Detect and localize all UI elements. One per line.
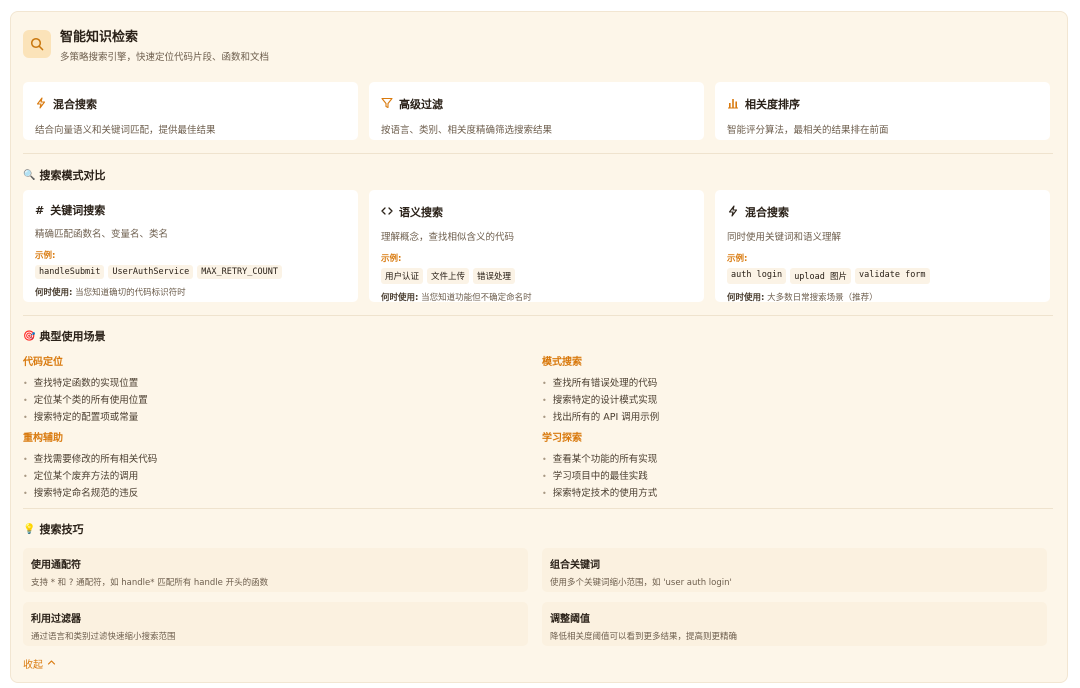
lightbulb-icon: 💡 [23,523,36,535]
feature-desc: 按语言、类别、相关度精确筛选搜索结果 [381,125,553,136]
scenario-group: 模式搜索 查找所有错误处理的代码 搜索特定的设计模式实现 找出所有的 API 调… [542,353,1022,426]
example-chip: upload 图片 [790,268,852,284]
feature-title: 高级过滤 [399,97,443,111]
target-icon: 🎯 [23,330,36,342]
section-title-scenarios: 🎯 典型使用场景 [23,328,105,344]
tip-card: 组合关键词 使用多个关键词缩小范围，如 'user auth login' [542,548,1047,592]
feature-card-hybrid: 混合搜索 结合向量语义和关键词匹配，提供最佳结果 [23,82,358,140]
when-label: 何时使用: [381,293,419,303]
when-text: 大多数日常搜索场景（推荐） [767,293,878,303]
example-chip: MAX_RETRY_COUNT [197,265,282,279]
section-title-text: 搜索模式对比 [39,169,106,182]
list-item: 查找特定函数的实现位置 [23,375,503,392]
mode-title: 语义搜索 [399,205,443,219]
list-item: 定位某个废弃方法的调用 [23,468,503,485]
mode-card-keyword: # 关键词搜索 精确匹配函数名、变量名、类名 示例: handleSubmit … [23,190,358,302]
feature-title: 相关度排序 [745,97,800,111]
scenario-group-title: 重构辅助 [23,433,63,444]
chevron-up-icon [47,658,56,670]
feature-desc: 结合向量语义和关键词匹配，提供最佳结果 [35,125,216,136]
scenario-group-title: 模式搜索 [542,357,582,368]
tip-desc: 使用多个关键词缩小范围，如 'user auth login' [550,578,732,588]
feature-card-filter: 高级过滤 按语言、类别、相关度精确筛选搜索结果 [369,82,704,140]
list-item: 探索特定技术的使用方式 [542,485,1022,502]
tip-card: 调整阈值 降低相关度阈值可以看到更多结果，提高则更精确 [542,602,1047,646]
page-title: 智能知识检索 [60,30,139,45]
mode-desc: 同时使用关键词和语义理解 [727,232,842,243]
tip-card: 使用通配符 支持 * 和 ? 通配符，如 handle* 匹配所有 handle… [23,548,528,592]
example-label: 示例: [381,254,402,264]
example-chip: handleSubmit [35,265,105,279]
mode-card-hybrid: 混合搜索 同时使用关键词和语义理解 示例: auth login upload … [715,190,1050,303]
lightning-icon [35,94,47,113]
when-to-use: 何时使用: 当您知道功能但不确定命名时 [381,291,692,303]
when-label: 何时使用: [727,293,765,303]
list-item: 定位某个类的所有使用位置 [23,392,503,409]
divider [23,153,1053,154]
list-item: 查看某个功能的所有实现 [542,451,1022,468]
collapse-label: 收起 [23,660,43,671]
mode-title: 混合搜索 [745,205,789,219]
list-item: 学习项目中的最佳实践 [542,468,1022,485]
search-icon [23,30,51,58]
list-item: 查找所有错误处理的代码 [542,375,1022,392]
tip-desc: 支持 * 和 ? 通配符，如 handle* 匹配所有 handle 开头的函数 [31,578,269,588]
search-help-panel: 智能知识检索 多策略搜索引擎，快速定位代码片段、函数和文档 混合搜索 结合向量语… [10,11,1068,683]
tip-title: 利用过滤器 [31,614,81,625]
scenario-group-title: 代码定位 [23,357,63,368]
when-to-use: 何时使用: 当您知道确切的代码标识符时 [35,286,346,298]
header: 智能知识检索 多策略搜索引擎，快速定位代码片段、函数和文档 [23,30,269,63]
feature-desc: 智能评分算法，最相关的结果排在前面 [727,125,889,136]
list-item: 搜索特定命名规范的违反 [23,485,503,502]
tip-title: 调整阈值 [550,614,590,625]
hash-icon: # [35,203,45,217]
mode-card-semantic: 语义搜索 理解概念，查找相似含义的代码 示例: 用户认证 文件上传 错误处理 何… [369,190,704,303]
example-chip: validate form [855,268,930,284]
feature-card-ranking: 相关度排序 智能评分算法，最相关的结果排在前面 [715,82,1050,140]
bar-chart-icon [727,94,739,113]
section-title-tips: 💡 搜索技巧 [23,521,83,537]
mode-desc: 精确匹配函数名、变量名、类名 [35,229,169,240]
tip-desc: 通过语言和类别过滤快速缩小搜索范围 [31,632,176,642]
example-label: 示例: [727,254,748,264]
page-subtitle: 多策略搜索引擎，快速定位代码片段、函数和文档 [60,52,270,63]
lightning-icon [727,202,739,221]
divider [23,315,1053,316]
when-to-use: 何时使用: 大多数日常搜索场景（推荐） [727,291,1038,303]
when-label: 何时使用: [35,288,73,298]
mode-desc: 理解概念，查找相似含义的代码 [381,232,515,243]
list-item: 搜索特定的配置项或常量 [23,409,503,426]
example-label: 示例: [35,251,56,261]
code-icon [381,202,393,221]
feature-title: 混合搜索 [53,97,97,111]
list-item: 查找需要修改的所有相关代码 [23,451,503,468]
magnifier-icon: 🔍 [23,169,36,181]
section-title-modes: 🔍 搜索模式对比 [23,167,105,183]
list-item: 找出所有的 API 调用示例 [542,409,1022,426]
section-title-text: 典型使用场景 [39,330,106,343]
example-chip: 用户认证 [381,268,424,284]
scenario-group: 学习探索 查看某个功能的所有实现 学习项目中的最佳实践 探索特定技术的使用方式 [542,429,1022,502]
example-chip: auth login [727,268,787,284]
filter-icon [381,94,393,113]
when-text: 当您知道功能但不确定命名时 [421,293,532,303]
example-chip: 错误处理 [473,268,516,284]
mode-title: 关键词搜索 [50,204,106,217]
tip-card: 利用过滤器 通过语言和类别过滤快速缩小搜索范围 [23,602,528,646]
tip-desc: 降低相关度阈值可以看到更多结果，提高则更精确 [550,632,738,642]
example-chip: 文件上传 [427,268,470,284]
tip-title: 使用通配符 [31,560,81,571]
collapse-button[interactable]: 收起 [23,656,56,671]
scenario-group: 代码定位 查找特定函数的实现位置 定位某个类的所有使用位置 搜索特定的配置项或常… [23,353,503,426]
divider [23,508,1053,509]
example-chip: UserAuthService [108,265,194,279]
scenario-group: 重构辅助 查找需要修改的所有相关代码 定位某个废弃方法的调用 搜索特定命名规范的… [23,429,503,502]
when-text: 当您知道确切的代码标识符时 [75,288,186,298]
scenario-group-title: 学习探索 [542,433,582,444]
list-item: 搜索特定的设计模式实现 [542,392,1022,409]
tip-title: 组合关键词 [550,560,600,571]
section-title-text: 搜索技巧 [39,523,84,536]
